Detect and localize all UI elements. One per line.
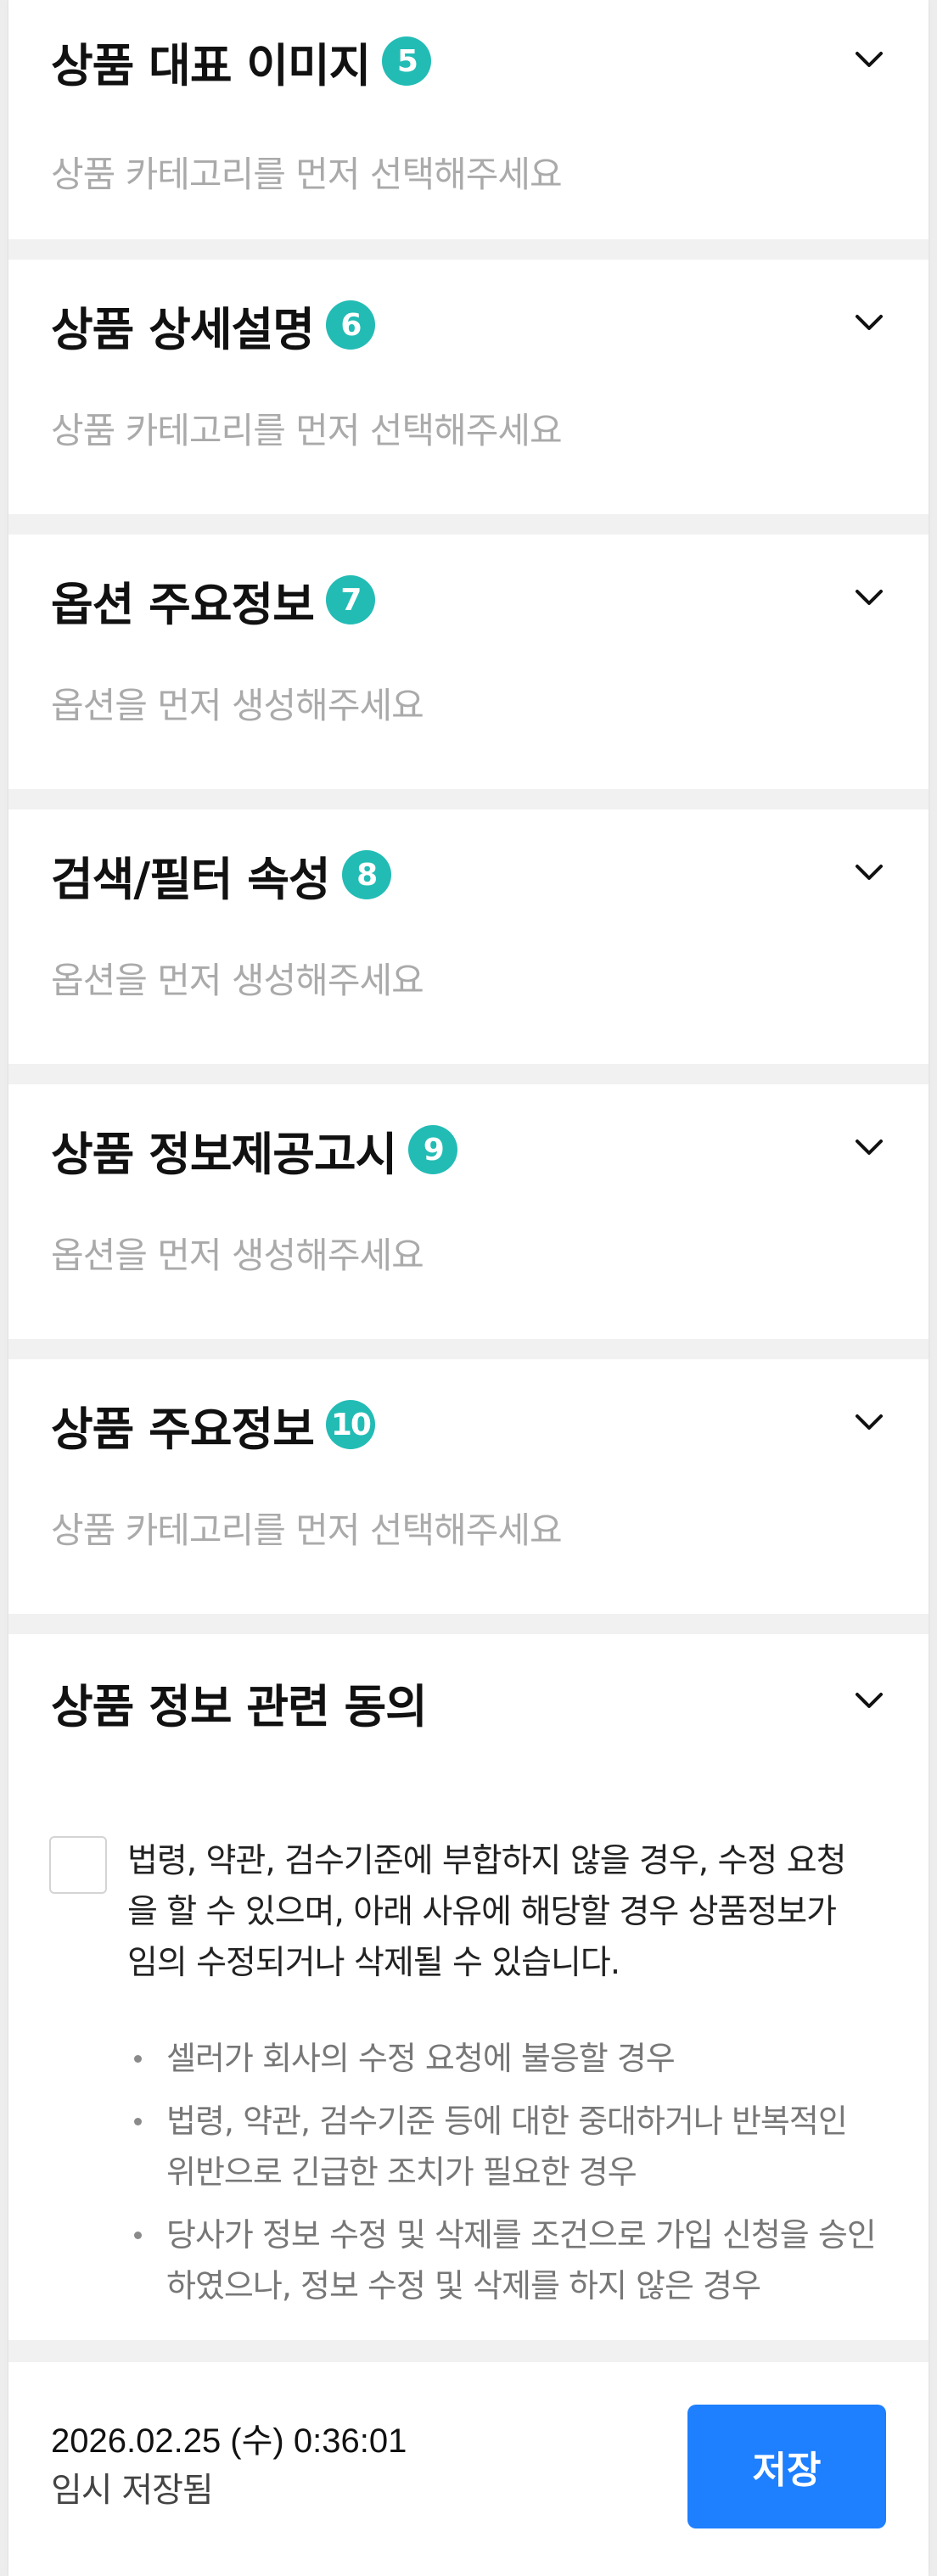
section-title-text: 상품 정보제공고시 — [51, 1127, 397, 1181]
step-badge: 5 — [382, 36, 432, 86]
consent-row: 법령, 약관, 검수기준에 부합하지 않을 경우, 수정 요청을 할 수 있으며… — [49, 1836, 874, 1989]
chevron-down-icon[interactable] — [850, 1403, 888, 1441]
list-item: 당사가 정보 수정 및 삭제를 조건으로 가입 신청을 승인하였으나, 정보 수… — [134, 2209, 881, 2311]
section-title: 상품 정보 관련 동의 — [51, 1675, 428, 1733]
chevron-down-icon[interactable] — [850, 304, 888, 341]
section-hint: 상품 카테고리를 먼저 선택해주세요 — [51, 1509, 563, 1551]
section-option-info: 옵션 주요정보 7 옵션을 먼저 생성해주세요 — [8, 535, 929, 789]
save-button[interactable]: 저장 — [687, 2405, 886, 2528]
section-title-text: 상품 주요정보 — [51, 1402, 315, 1456]
section-info-notice: 상품 정보제공고시 9 옵션을 먼저 생성해주세요 — [8, 1084, 929, 1339]
section-title: 상품 대표 이미지 5 — [51, 34, 432, 92]
section-title-text: 상품 상세설명 — [51, 302, 315, 356]
section-detail-description: 상품 상세설명 6 상품 카테고리를 먼저 선택해주세요 — [8, 260, 929, 514]
section-title: 상품 정보제공고시 9 — [51, 1123, 458, 1181]
consent-text: 법령, 약관, 검수기준에 부합하지 않을 경우, 수정 요청을 할 수 있으며… — [127, 1842, 846, 1982]
step-badge: 10 — [325, 1400, 375, 1449]
section-title-text: 상품 정보 관련 동의 — [51, 1679, 428, 1733]
section-title: 상품 주요정보 10 — [51, 1397, 375, 1456]
section-consent: 상품 정보 관련 동의 법령, 약관, 검수기준에 부합하지 않을 경우, 수정… — [8, 1634, 929, 2340]
step-badge: 8 — [341, 850, 391, 899]
section-hint: 상품 카테고리를 먼저 선택해주세요 — [51, 154, 563, 195]
section-title-text: 옵션 주요정보 — [51, 577, 315, 631]
last-saved-timestamp: 2026.02.25 (수) 0:36:01 — [51, 2422, 407, 2460]
section-main-image: 상품 대표 이미지 5 상품 카테고리를 먼저 선택해주세요 — [8, 0, 929, 239]
section-title-text: 상품 대표 이미지 — [51, 38, 371, 92]
step-badge: 9 — [408, 1125, 458, 1174]
section-hint: 상품 카테고리를 먼저 선택해주세요 — [51, 410, 563, 451]
chevron-down-icon[interactable] — [850, 41, 888, 78]
section-title-text: 검색/필터 속성 — [51, 852, 331, 906]
section-hint: 옵션을 먼저 생성해주세요 — [51, 960, 424, 1001]
consent-checkbox[interactable] — [49, 1836, 107, 1894]
section-search-filter: 검색/필터 속성 8 옵션을 먼저 생성해주세요 — [8, 809, 929, 1064]
chevron-down-icon[interactable] — [850, 1128, 888, 1166]
save-status: 임시 저장됨 — [51, 2471, 214, 2510]
step-badge: 7 — [325, 575, 375, 624]
section-product-main-info: 상품 주요정보 10 상품 카테고리를 먼저 선택해주세요 — [8, 1359, 929, 1614]
chevron-down-icon[interactable] — [850, 1682, 888, 1719]
section-hint: 옵션을 먼저 생성해주세요 — [51, 1235, 424, 1276]
section-title: 옵션 주요정보 7 — [51, 573, 375, 631]
section-hint: 옵션을 먼저 생성해주세요 — [51, 685, 424, 726]
save-footer: 2026.02.25 (수) 0:36:01 임시 저장됨 저장 — [8, 2362, 929, 2576]
chevron-down-icon[interactable] — [850, 579, 888, 616]
list-item: 셀러가 회사의 수정 요청에 불응할 경우 — [134, 2033, 881, 2084]
section-title: 검색/필터 속성 8 — [51, 848, 391, 906]
product-registration-panel: 상품 대표 이미지 5 상품 카테고리를 먼저 선택해주세요 상품 상세설명 6… — [8, 0, 929, 2576]
section-title: 상품 상세설명 6 — [51, 298, 375, 356]
consent-reasons-list: 셀러가 회사의 수정 요청에 불응할 경우 법령, 약관, 검수기준 등에 대한… — [134, 2033, 881, 2323]
step-badge: 6 — [325, 300, 375, 350]
list-item: 법령, 약관, 검수기준 등에 대한 중대하거나 반복적인 위반으로 긴급한 조… — [134, 2096, 881, 2198]
chevron-down-icon[interactable] — [850, 854, 888, 891]
